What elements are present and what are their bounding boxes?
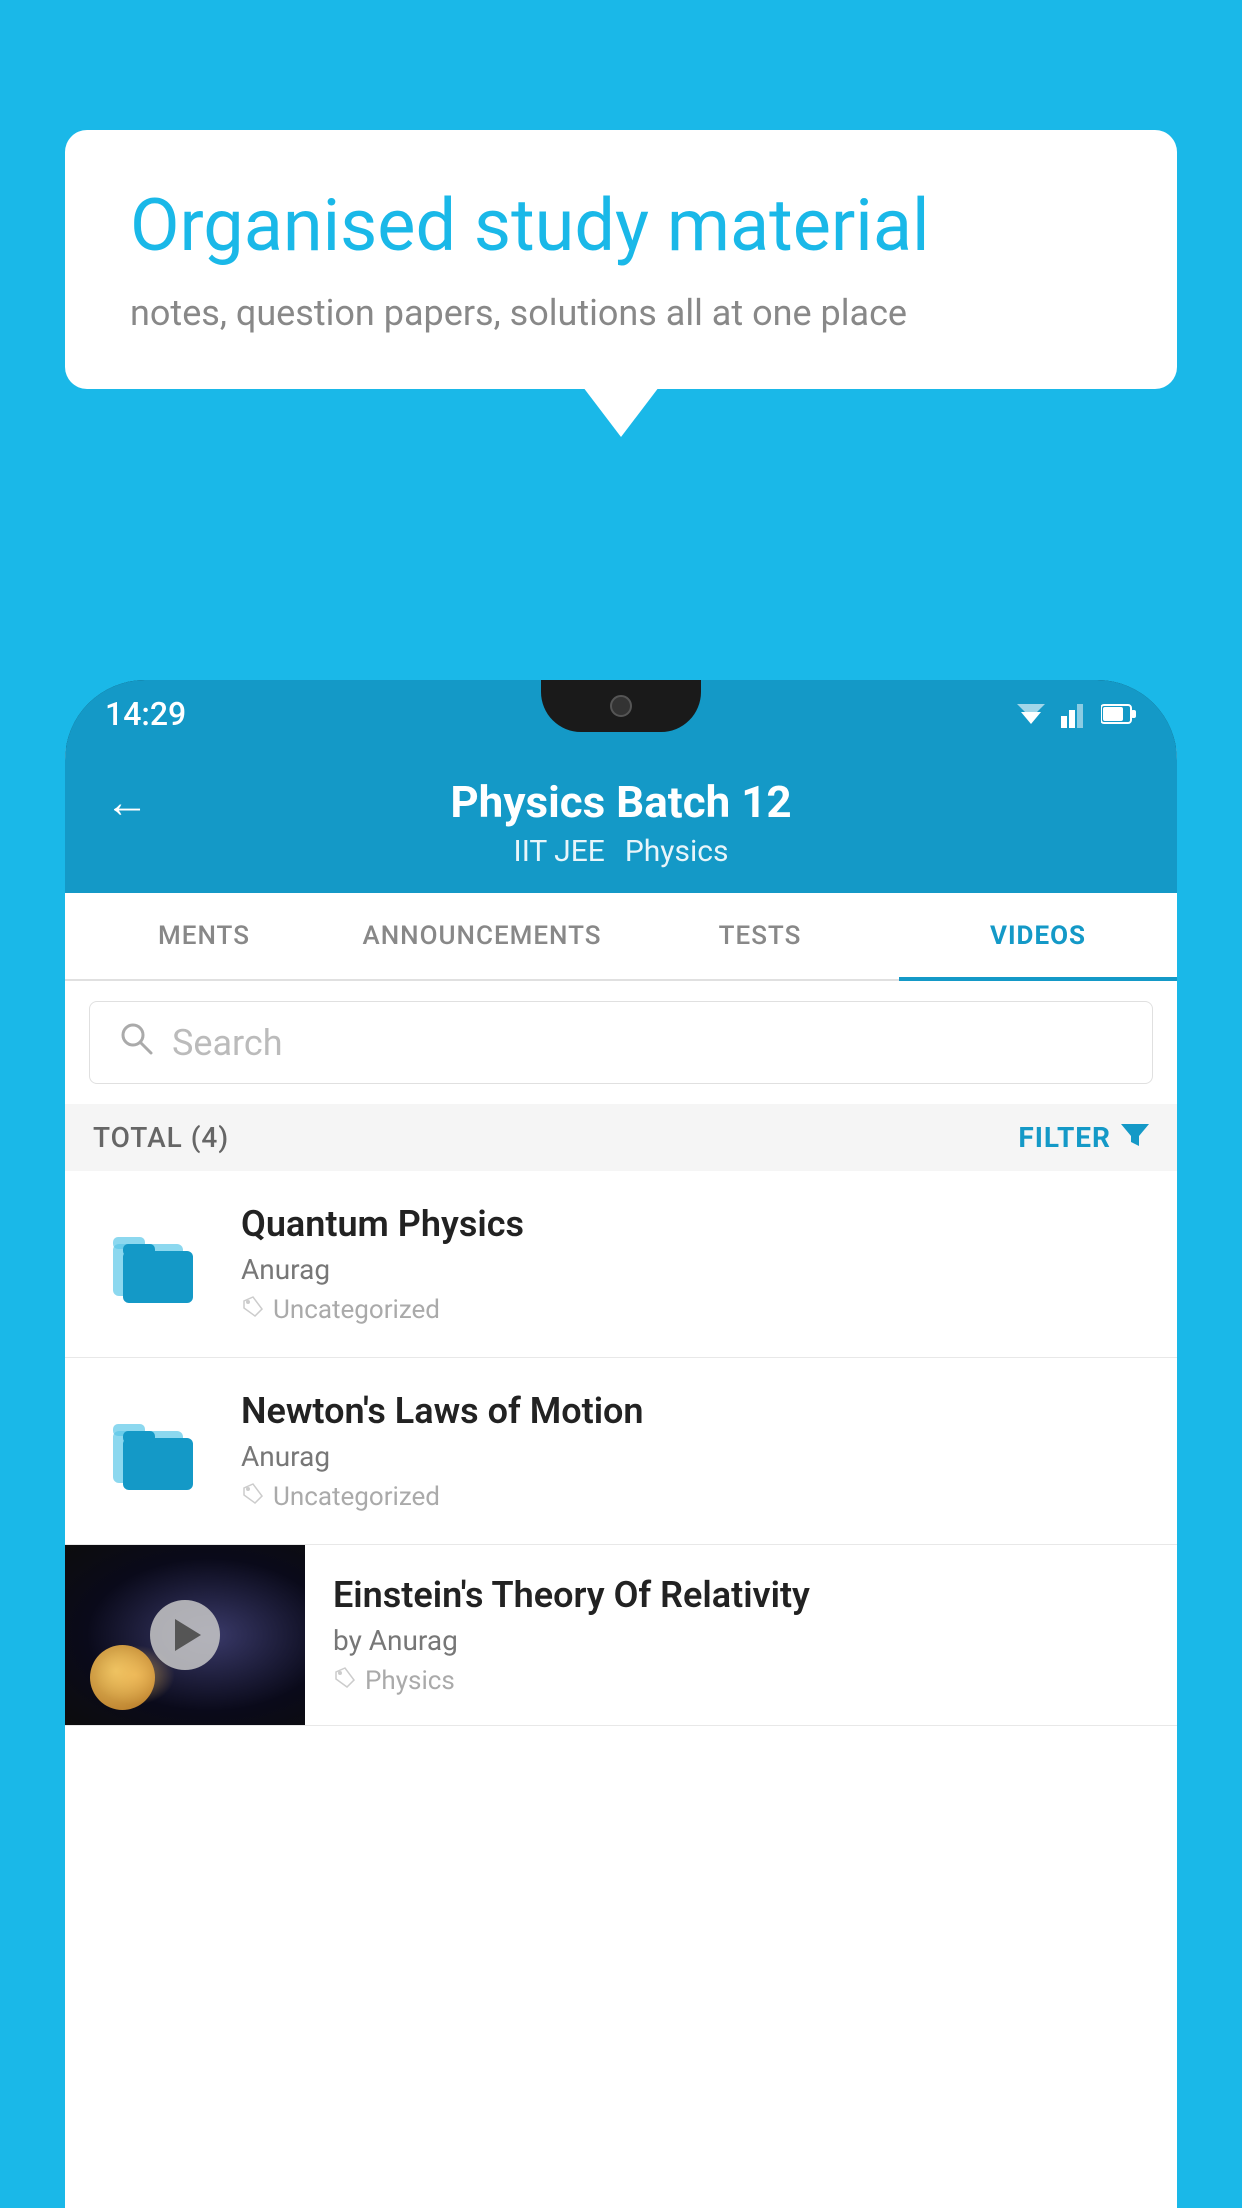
search-bar[interactable]: Search [89, 1001, 1153, 1084]
tag-icon-2 [241, 1481, 265, 1512]
video-info-1: Quantum Physics Anurag Uncategorized [241, 1203, 1149, 1325]
video-author-3: by Anurag [333, 1624, 1149, 1657]
app-content: ← Physics Batch 12 IIT JEE Physics MENTS… [65, 748, 1177, 2208]
video-title-3: Einstein's Theory Of Relativity [333, 1574, 1149, 1616]
list-item[interactable]: Einstein's Theory Of Relativity by Anura… [65, 1545, 1177, 1726]
status-icons [1013, 700, 1137, 728]
tab-announcements[interactable]: ANNOUNCEMENTS [343, 893, 621, 979]
filter-button[interactable]: FILTER [1018, 1120, 1149, 1155]
filter-label: FILTER [1018, 1121, 1111, 1154]
speech-bubble: Organised study material notes, question… [65, 130, 1177, 389]
speech-bubble-title: Organised study material [130, 185, 1112, 268]
status-bar: 14:29 [65, 680, 1177, 748]
tag-label-3: Physics [365, 1666, 455, 1696]
video-info-2: Newton's Laws of Motion Anurag Uncategor… [241, 1390, 1149, 1512]
tab-videos[interactable]: VIDEOS [899, 893, 1177, 979]
camera-dot [610, 695, 632, 717]
search-placeholder: Search [172, 1022, 283, 1064]
wifi-icon [1013, 700, 1049, 728]
video-tag-3: Physics [333, 1665, 1149, 1696]
video-thumb-2 [93, 1391, 213, 1511]
video-tag-2: Uncategorized [241, 1481, 1149, 1512]
video-title-2: Newton's Laws of Motion [241, 1390, 1149, 1432]
header-subtitle: IIT JEE Physics [514, 834, 729, 869]
tag-label-1: Uncategorized [273, 1295, 440, 1325]
video-author-1: Anurag [241, 1253, 1149, 1286]
speech-bubble-subtitle: notes, question papers, solutions all at… [130, 292, 1112, 334]
search-container: Search [65, 981, 1177, 1104]
play-button[interactable] [150, 1600, 220, 1670]
play-triangle-icon [175, 1619, 201, 1651]
tab-ments[interactable]: MENTS [65, 893, 343, 979]
video-thumb-1 [93, 1204, 213, 1324]
tag-icon-3 [333, 1665, 357, 1696]
video-title-1: Quantum Physics [241, 1203, 1149, 1245]
filter-icon [1121, 1120, 1149, 1155]
video-author-2: Anurag [241, 1440, 1149, 1473]
notch [541, 680, 701, 732]
battery-icon [1101, 703, 1137, 725]
tag-icon-1 [241, 1294, 265, 1325]
total-label: TOTAL (4) [93, 1121, 229, 1154]
tabs-bar: MENTS ANNOUNCEMENTS TESTS VIDEOS [65, 893, 1177, 981]
filter-row: TOTAL (4) FILTER [65, 1104, 1177, 1171]
video-info-3: Einstein's Theory Of Relativity by Anura… [305, 1546, 1177, 1724]
list-item[interactable]: Newton's Laws of Motion Anurag Uncategor… [65, 1358, 1177, 1545]
status-time: 14:29 [105, 695, 186, 733]
video-tag-1: Uncategorized [241, 1294, 1149, 1325]
video-list: Quantum Physics Anurag Uncategorized [65, 1171, 1177, 2208]
list-item[interactable]: Quantum Physics Anurag Uncategorized [65, 1171, 1177, 1358]
app-header: ← Physics Batch 12 IIT JEE Physics [65, 748, 1177, 893]
video-thumbnail-3 [65, 1545, 305, 1725]
header-subtitle-physics: Physics [625, 834, 729, 869]
search-icon [118, 1020, 154, 1065]
speech-bubble-container: Organised study material notes, question… [65, 130, 1177, 389]
phone-frame: 14:29 [65, 680, 1177, 2208]
header-subtitle-iitjee: IIT JEE [514, 834, 605, 869]
signal-icon [1061, 700, 1089, 728]
tab-tests[interactable]: TESTS [621, 893, 899, 979]
back-button[interactable]: ← [105, 776, 149, 828]
header-title: Physics Batch 12 [450, 776, 791, 828]
tag-label-2: Uncategorized [273, 1482, 440, 1512]
